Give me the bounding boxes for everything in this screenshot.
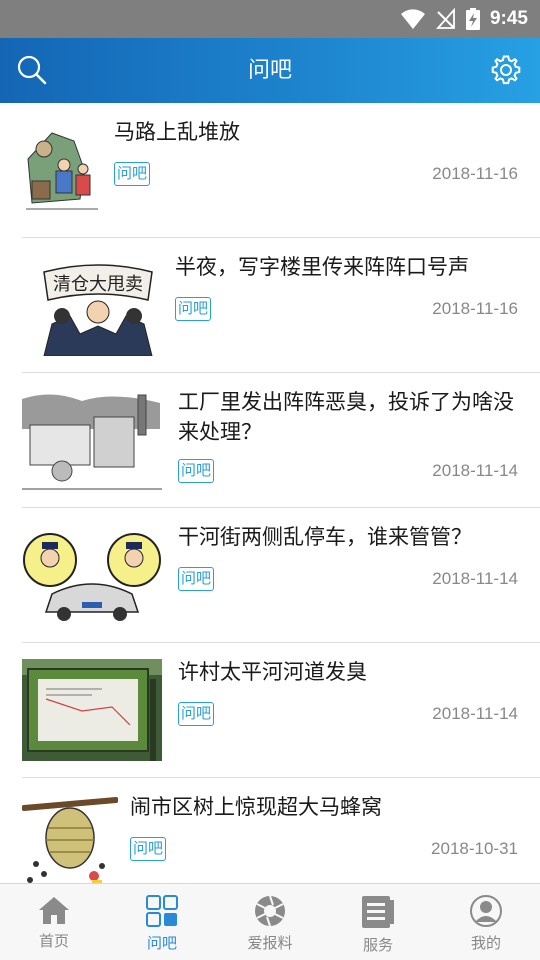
thumb-caption: 清仓大甩卖 <box>53 274 143 295</box>
page-title: 问吧 <box>247 58 292 83</box>
grid-icon <box>146 895 178 927</box>
news-feed[interactable]: 马路上乱堆放 问吧 2018-11-16 清仓大甩卖 半夜，写字楼里传来阵阵口号… <box>0 103 540 883</box>
item-thumbnail <box>22 119 102 221</box>
item-date: 2018-11-16 <box>432 299 518 318</box>
item-tag: 问吧 <box>130 837 167 861</box>
list-item[interactable]: 许村太平河河道发臭 问吧 2018-11-14 <box>22 643 540 778</box>
item-title: 工厂里发出阵阵恶臭，投诉了为啥没来处理？ <box>178 390 514 444</box>
item-tag: 问吧 <box>114 162 151 186</box>
item-title: 许村太平河河道发臭 <box>178 660 367 684</box>
item-thumbnail <box>22 659 162 761</box>
tab-baoliao[interactable]: 爱报料 <box>216 884 324 960</box>
tab-label: 爱报料 <box>247 934 293 952</box>
user-icon <box>470 895 502 927</box>
gear-icon <box>491 55 521 85</box>
item-title: 马路上乱堆放 <box>114 120 240 144</box>
list-item[interactable]: 闹市区树上惊现超大马蜂窝 问吧 2018-10-31 <box>22 778 540 883</box>
item-thumbnail <box>22 524 162 626</box>
item-thumbnail: 清仓大甩卖 <box>40 254 156 356</box>
wifi-icon <box>400 9 425 29</box>
tab-mine[interactable]: 我的 <box>432 884 540 960</box>
list-item[interactable]: 清仓大甩卖 半夜，写字楼里传来阵阵口号声 问吧 2018-11-16 <box>22 238 540 373</box>
item-tag: 问吧 <box>175 297 212 321</box>
item-tag: 问吧 <box>178 459 215 483</box>
item-title: 干河街两侧乱停车，谁来管管？ <box>178 525 472 549</box>
status-icons: 9:45 <box>400 0 528 38</box>
settings-button[interactable] <box>488 52 524 88</box>
tab-label: 首页 <box>38 932 69 950</box>
tab-label: 问吧 <box>146 934 177 952</box>
status-time: 9:45 <box>489 8 528 29</box>
tab-wenba[interactable]: 问吧 <box>108 884 216 960</box>
item-thumbnail <box>22 389 162 491</box>
item-tag: 问吧 <box>178 567 215 591</box>
item-title: 半夜，写字楼里传来阵阵口号声 <box>175 255 469 279</box>
list-item[interactable]: 工厂里发出阵阵恶臭，投诉了为啥没来处理？ 问吧 2018-11-14 <box>22 373 540 508</box>
tab-label: 我的 <box>470 934 501 952</box>
item-date: 2018-10-31 <box>431 839 518 858</box>
status-bar: 9:45 <box>0 0 540 38</box>
item-thumbnail <box>22 794 118 883</box>
bottom-tab-bar: 首页 问吧 爱报料 服务 我的 <box>0 883 540 960</box>
item-date: 2018-11-14 <box>432 704 518 723</box>
item-date: 2018-11-14 <box>432 569 518 588</box>
aperture-icon <box>255 895 285 927</box>
tab-service[interactable]: 服务 <box>324 884 432 960</box>
tab-home[interactable]: 首页 <box>0 884 108 960</box>
tab-label: 服务 <box>362 936 393 954</box>
no-signal-icon <box>435 8 455 29</box>
item-tag: 问吧 <box>178 702 215 726</box>
app-header: 问吧 <box>0 38 540 103</box>
item-date: 2018-11-16 <box>432 164 518 183</box>
home-icon <box>39 897 69 924</box>
item-title: 闹市区树上惊现超大马蜂窝 <box>130 795 382 819</box>
list-item[interactable]: 马路上乱堆放 问吧 2018-11-16 <box>22 103 540 238</box>
list-item[interactable]: 干河街两侧乱停车，谁来管管？ 问吧 2018-11-14 <box>22 508 540 643</box>
battery-charging-icon <box>465 8 480 30</box>
item-date: 2018-11-14 <box>432 461 518 480</box>
document-icon <box>362 896 394 928</box>
